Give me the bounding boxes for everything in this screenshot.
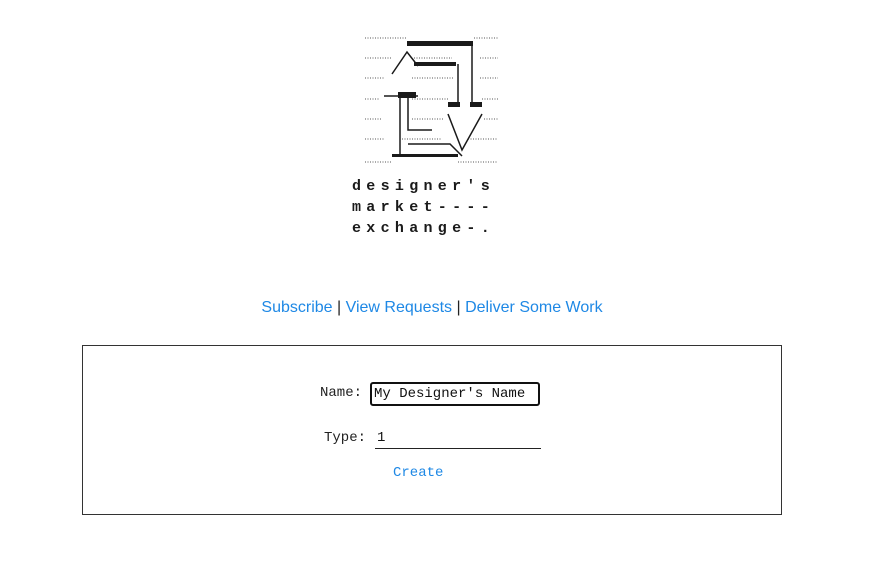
name-label: Name: bbox=[320, 385, 363, 401]
type-label: Type: bbox=[324, 430, 367, 446]
nav-separator: | bbox=[452, 299, 466, 316]
type-input[interactable] bbox=[375, 428, 541, 449]
exchange-arrows-logo-icon bbox=[362, 34, 502, 166]
subscribe-link[interactable]: Subscribe bbox=[261, 299, 332, 316]
page: designer's market---- exchange-. Subscri… bbox=[0, 0, 880, 575]
create-designer-form: Name: Type: Create bbox=[82, 345, 782, 515]
deliver-some-work-link[interactable]: Deliver Some Work bbox=[465, 299, 603, 316]
nav-separator: | bbox=[332, 299, 346, 316]
view-requests-link[interactable]: View Requests bbox=[346, 299, 452, 316]
brand-line-3: exchange-. bbox=[352, 220, 496, 237]
main-nav: Subscribe | View Requests | Deliver Some… bbox=[0, 298, 864, 318]
name-input[interactable] bbox=[370, 382, 540, 406]
create-button[interactable]: Create bbox=[393, 465, 443, 481]
brand-line-2: market---- bbox=[352, 199, 496, 216]
brand-wordmark: designer's market---- exchange-. bbox=[352, 176, 495, 239]
brand-line-1: designer's bbox=[352, 178, 496, 195]
